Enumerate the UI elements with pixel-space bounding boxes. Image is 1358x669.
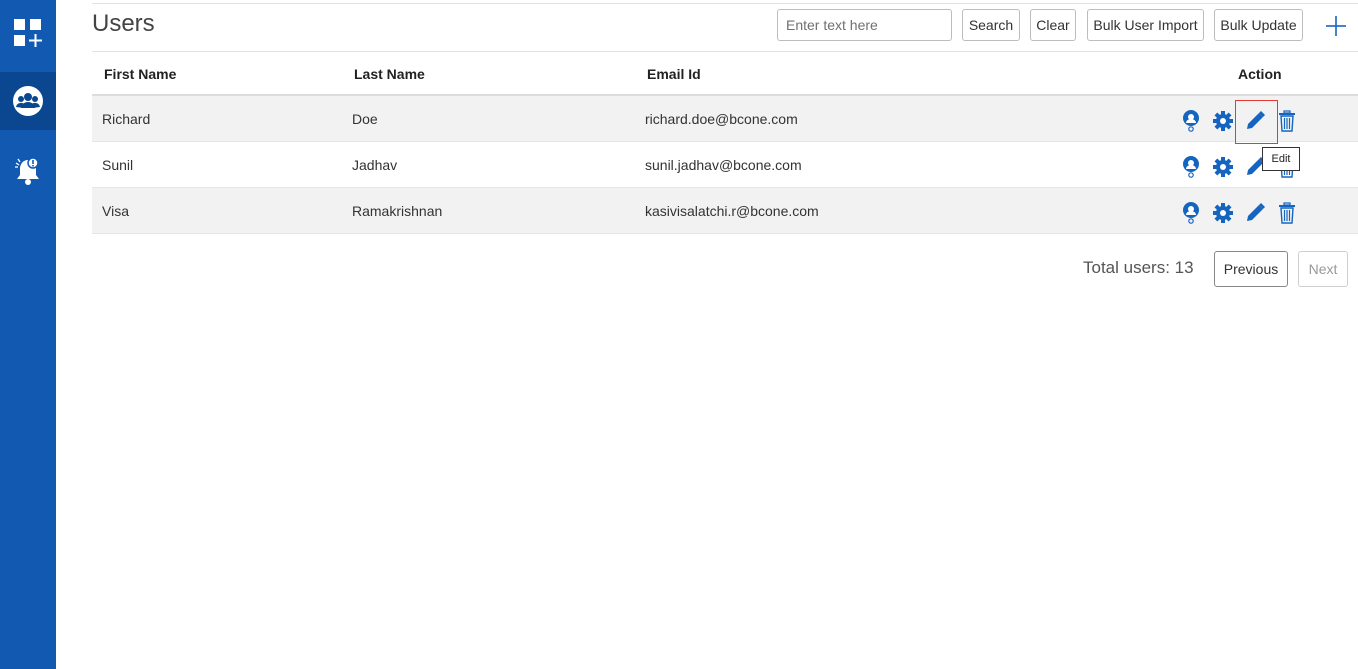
cell-last-name: Ramakrishnan [352, 203, 443, 219]
plus-icon [1326, 16, 1346, 36]
clear-button[interactable]: Clear [1030, 9, 1076, 41]
table-header: First Name Last Name Email Id Action [92, 52, 1358, 96]
cell-last-name: Jadhav [352, 157, 398, 173]
assign-role-button[interactable] [1180, 156, 1202, 178]
user-role-icon [1183, 156, 1199, 178]
cell-email: kasivisalatchi.r@bcone.com [645, 203, 819, 219]
previous-page-button[interactable]: Previous [1214, 251, 1288, 287]
table-row: Sunil Jadhav sunil.jadhav@bcone.com [92, 142, 1358, 188]
trash-icon [1279, 202, 1295, 224]
user-role-icon [1183, 110, 1199, 132]
column-header-action: Action [1238, 66, 1282, 82]
column-header-email[interactable]: Email Id [647, 66, 701, 82]
users-table: First Name Last Name Email Id Action Ric… [92, 52, 1358, 234]
cell-first-name: Visa [102, 203, 129, 219]
gear-icon [1213, 157, 1233, 177]
cell-first-name: Sunil [102, 157, 134, 173]
column-header-last-name[interactable]: Last Name [354, 66, 425, 82]
trash-icon [1279, 110, 1295, 132]
table-row: Visa Ramakrishnan kasivisalatchi.r@bcone… [92, 188, 1358, 234]
search-button[interactable]: Search [962, 9, 1020, 41]
cell-last-name: Doe [352, 111, 378, 127]
delete-button[interactable] [1276, 110, 1298, 132]
pencil-icon [1247, 111, 1265, 129]
apps-add-icon [14, 19, 42, 47]
cell-email: richard.doe@bcone.com [645, 111, 798, 127]
gear-icon [1213, 111, 1233, 131]
row-actions [1180, 202, 1300, 226]
user-role-icon [1183, 202, 1199, 224]
settings-button[interactable] [1212, 110, 1234, 132]
delete-button[interactable] [1276, 202, 1298, 224]
total-users-count: Total users: 13 [1083, 258, 1194, 277]
gear-icon [1213, 203, 1233, 223]
users-group-icon [13, 86, 43, 116]
top-divider [92, 3, 1358, 4]
settings-button[interactable] [1212, 156, 1234, 178]
search-input[interactable] [777, 9, 952, 41]
settings-button[interactable] [1212, 202, 1234, 224]
bulk-user-import-button[interactable]: Bulk User Import [1087, 9, 1204, 41]
sidebar-item-users[interactable] [0, 72, 56, 130]
edit-button[interactable] [1244, 202, 1266, 224]
pencil-icon [1247, 203, 1265, 221]
table-row: Richard Doe richard.doe@bcone.com [92, 96, 1358, 142]
add-user-button[interactable] [1323, 13, 1349, 39]
assign-role-button[interactable] [1180, 202, 1202, 224]
assign-role-button[interactable] [1180, 110, 1202, 132]
main-content: Users Search Clear Bulk User Import Bulk… [56, 0, 1358, 669]
sidebar-item-alerts[interactable] [0, 146, 56, 196]
next-page-button[interactable]: Next [1298, 251, 1348, 287]
cell-email: sunil.jadhav@bcone.com [645, 157, 802, 173]
cell-first-name: Richard [102, 111, 151, 127]
column-header-first-name[interactable]: First Name [104, 66, 176, 82]
edit-tooltip: Edit [1262, 147, 1300, 171]
edit-button[interactable] [1244, 110, 1266, 132]
page-title: Users [92, 10, 155, 37]
bulk-update-button[interactable]: Bulk Update [1214, 9, 1303, 41]
sidebar [0, 0, 56, 669]
bell-alert-icon [15, 157, 39, 185]
row-actions [1180, 110, 1300, 134]
sidebar-item-apps[interactable] [0, 8, 56, 58]
